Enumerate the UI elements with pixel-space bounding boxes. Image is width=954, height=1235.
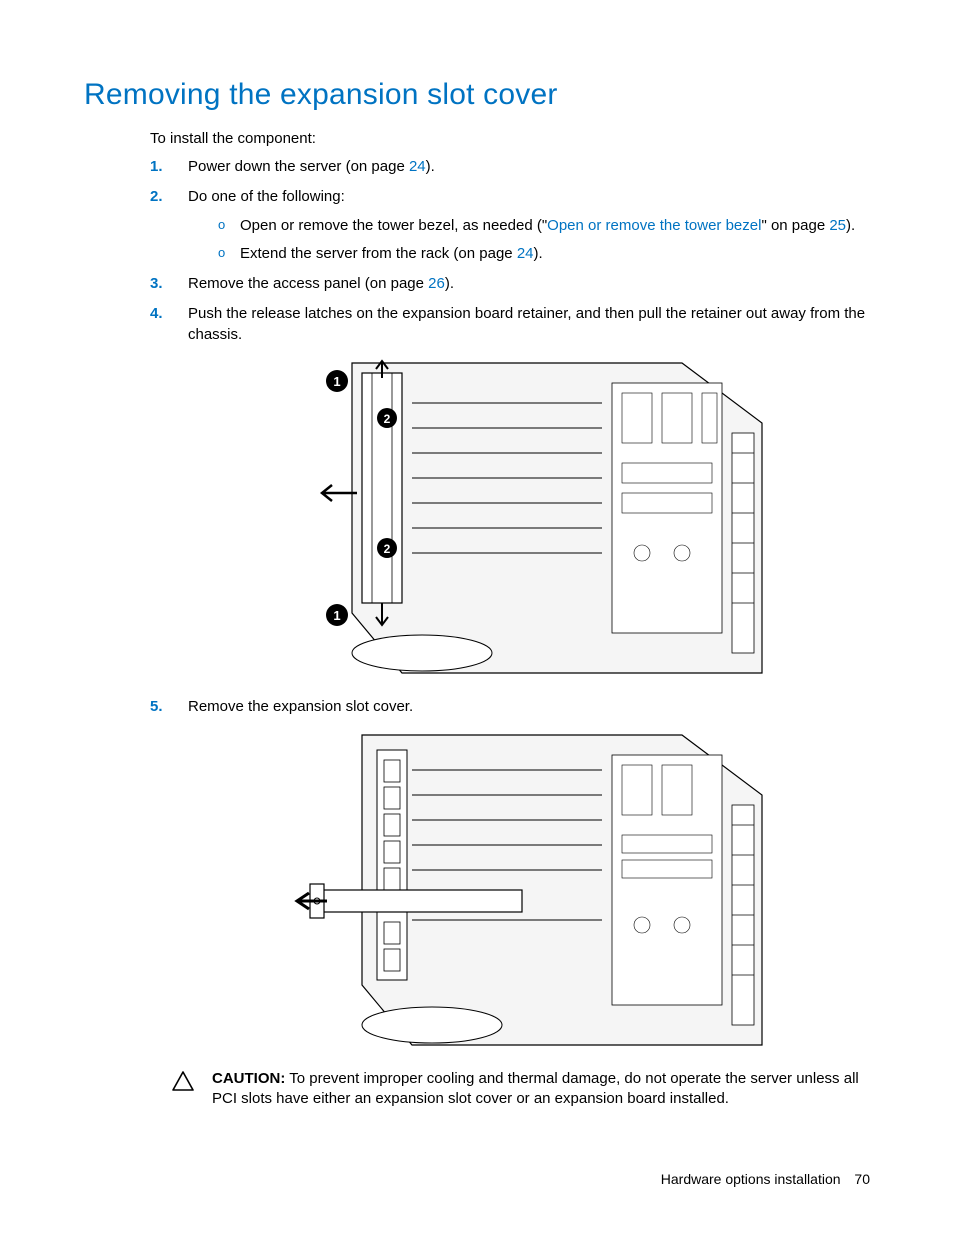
step-number: 4. — [150, 304, 163, 324]
step-number: 1. — [150, 157, 163, 177]
step-1: 1. Power down the server (on page 24). — [150, 157, 870, 177]
caution-icon — [172, 1071, 194, 1096]
step-number: 3. — [150, 274, 163, 294]
sub-text: Extend the server from the rack (on page — [240, 245, 517, 262]
step-5: 5. Remove the expansion slot cover. — [150, 697, 870, 1057]
step-text-after: ). — [426, 158, 435, 175]
caution-block: CAUTION: To prevent improper cooling and… — [172, 1069, 870, 1110]
step-list: 1. Power down the server (on page 24). 2… — [150, 157, 870, 1057]
sub-text: Open or remove the tower bezel, as neede… — [240, 217, 547, 234]
page-link[interactable]: 24 — [409, 158, 426, 175]
step-4: 4. Push the release latches on the expan… — [150, 304, 870, 685]
page-link[interactable]: 24 — [517, 245, 534, 262]
step-2: 2. Do one of the following: Open or remo… — [150, 187, 870, 264]
page: Removing the expansion slot cover To ins… — [0, 0, 954, 1235]
step-text: Remove the access panel (on page — [188, 275, 428, 292]
step-number: 2. — [150, 187, 163, 207]
sub-item: Extend the server from the rack (on page… — [218, 244, 870, 264]
figure-slot-cover-removal — [292, 725, 772, 1057]
section-heading: Removing the expansion slot cover — [84, 78, 870, 112]
step-text: Remove the expansion slot cover. — [188, 698, 413, 715]
diagram-icon: 1 2 2 1 — [292, 353, 772, 685]
caution-text: CAUTION: To prevent improper cooling and… — [212, 1069, 870, 1110]
figure-retainer-removal: 1 2 2 1 — [292, 353, 772, 685]
caution-body: To prevent improper cooling and thermal … — [212, 1070, 859, 1107]
footer-section: Hardware options installation — [661, 1171, 841, 1187]
cross-ref-link[interactable]: Open or remove the tower bezel — [547, 217, 761, 234]
step-3: 3. Remove the access panel (on page 26). — [150, 274, 870, 294]
step-text: Do one of the following: — [188, 188, 345, 205]
sub-item: Open or remove the tower bezel, as neede… — [218, 216, 870, 236]
step-text: Push the release latches on the expansio… — [188, 305, 865, 342]
footer-page-number: 70 — [854, 1171, 870, 1187]
svg-text:2: 2 — [384, 542, 391, 556]
svg-text:1: 1 — [333, 374, 340, 389]
svg-text:2: 2 — [384, 412, 391, 426]
caution-label: CAUTION: — [212, 1070, 285, 1087]
sub-text-mid: " on page — [761, 217, 829, 234]
step-text-after: ). — [445, 275, 454, 292]
sub-text-after: ). — [846, 217, 855, 234]
sub-text-after: ). — [534, 245, 543, 262]
step-number: 5. — [150, 697, 163, 717]
svg-text:1: 1 — [333, 608, 340, 623]
diagram-icon — [292, 725, 772, 1057]
page-footer: Hardware options installation 70 — [661, 1171, 870, 1187]
page-link[interactable]: 25 — [829, 217, 846, 234]
sub-list: Open or remove the tower bezel, as neede… — [218, 216, 870, 265]
step-text: Power down the server (on page — [188, 158, 409, 175]
page-link[interactable]: 26 — [428, 275, 445, 292]
intro-text: To install the component: — [150, 130, 870, 147]
